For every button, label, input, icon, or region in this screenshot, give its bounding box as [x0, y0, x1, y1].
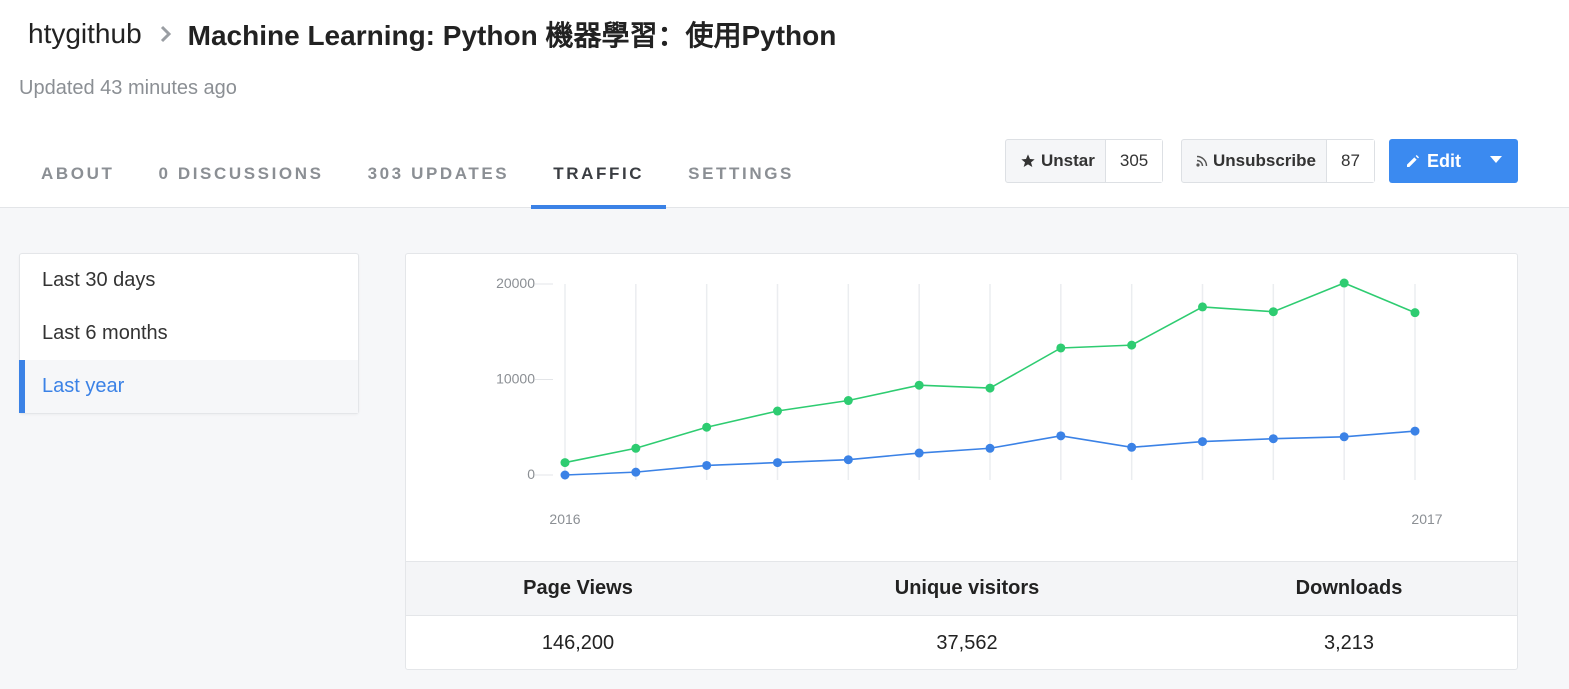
traffic-chart: 0 10000 20000 2016 2017	[496, 275, 1443, 527]
unstar-button[interactable]: Unstar	[1006, 140, 1106, 182]
traffic-panel: 0 10000 20000 2016 2017 Page Views Unique vi…	[405, 253, 1518, 670]
caret-down-icon[interactable]	[1490, 156, 1502, 164]
y-tick-label: 0	[527, 466, 535, 482]
data-point-0	[560, 458, 570, 468]
tab-traffic[interactable]: TRAFFIC	[531, 140, 667, 209]
data-point-0	[985, 383, 995, 393]
x-tick-label: 2016	[549, 511, 580, 527]
tab-updates[interactable]: 303 UPDATES	[346, 140, 532, 208]
data-point-0	[914, 380, 924, 390]
stats-value-row: 146,200 37,562 3,213	[406, 616, 1517, 669]
data-point-0	[631, 443, 641, 453]
chevron-right-icon	[160, 25, 172, 43]
data-point-1	[1410, 426, 1420, 436]
stats-header-row: Page Views Unique visitors Downloads	[406, 561, 1517, 616]
page-views-header: Page Views	[523, 577, 633, 599]
downloads-value: 3,213	[1323, 632, 1375, 654]
time-range-menu: Last 30 days Last 6 months Last year	[19, 253, 359, 414]
data-point-1	[1198, 437, 1207, 447]
unsubscribe-button[interactable]: Unsubscribe	[1182, 140, 1327, 182]
data-point-1	[843, 455, 853, 465]
data-point-1	[773, 458, 782, 468]
breadcrumb: htygithub Machine Learning: Python 機器學習：…	[28, 14, 836, 54]
tab-discussions[interactable]: 0 DISCUSSIONS	[136, 140, 345, 208]
data-point-0	[1410, 308, 1420, 318]
x-tick-label: 2017	[1411, 511, 1442, 527]
data-point-0	[702, 422, 712, 432]
y-tick-label: 10000	[496, 371, 535, 387]
tab-settings[interactable]: SETTINGS	[666, 140, 816, 208]
y-tick-label: 20000	[496, 275, 535, 291]
range-last-year[interactable]: Last year	[19, 360, 358, 413]
breadcrumb-owner-link[interactable]: htygithub	[28, 18, 142, 50]
downloads-header: Downloads	[1295, 577, 1403, 599]
updated-timestamp: Updated 43 minutes ago	[19, 77, 237, 99]
edit-button[interactable]: Edit	[1389, 139, 1518, 183]
data-point-1	[985, 443, 995, 453]
data-point-0	[843, 396, 853, 406]
repo-tabs: ABOUT 0 DISCUSSIONS 303 UPDATES TRAFFIC …	[19, 140, 816, 209]
data-point-0	[1339, 278, 1349, 288]
range-last-30-days[interactable]: Last 30 days	[20, 254, 358, 307]
star-icon	[1021, 154, 1035, 167]
data-point-1	[914, 448, 924, 458]
data-point-0	[1268, 307, 1278, 317]
star-group: Unstar 305	[1005, 139, 1164, 183]
page-views-value: 146,200	[541, 632, 615, 654]
data-point-1	[560, 470, 570, 480]
data-point-0	[1198, 302, 1207, 312]
data-point-1	[631, 467, 641, 477]
data-point-0	[1056, 343, 1066, 353]
unstar-label: Unstar	[1041, 151, 1095, 170]
data-point-1	[1127, 442, 1137, 452]
subscriber-count: 87	[1326, 140, 1374, 182]
data-point-0	[1127, 340, 1137, 350]
rss-icon	[1196, 155, 1208, 167]
data-point-1	[702, 460, 712, 470]
unique-visitors-value: 37,562	[936, 632, 998, 654]
star-count: 305	[1105, 140, 1163, 182]
unique-visitors-header: Unique visitors	[894, 577, 1040, 599]
repo-title: Machine Learning: Python 機器學習：使用Python	[187, 20, 837, 51]
range-last-6-months[interactable]: Last 6 months	[20, 307, 358, 360]
data-point-1	[1339, 432, 1349, 442]
data-point-1	[1268, 434, 1278, 444]
repo-header: htygithub Machine Learning: Python 機器學習：…	[0, 0, 1569, 209]
tab-about[interactable]: ABOUT	[19, 140, 136, 208]
data-point-1	[1056, 431, 1066, 441]
unsubscribe-label: Unsubscribe	[1213, 151, 1316, 170]
pencil-icon	[1407, 155, 1419, 167]
edit-label: Edit	[1427, 150, 1461, 171]
subscribe-group: Unsubscribe 87	[1181, 139, 1375, 183]
data-point-0	[773, 406, 782, 416]
